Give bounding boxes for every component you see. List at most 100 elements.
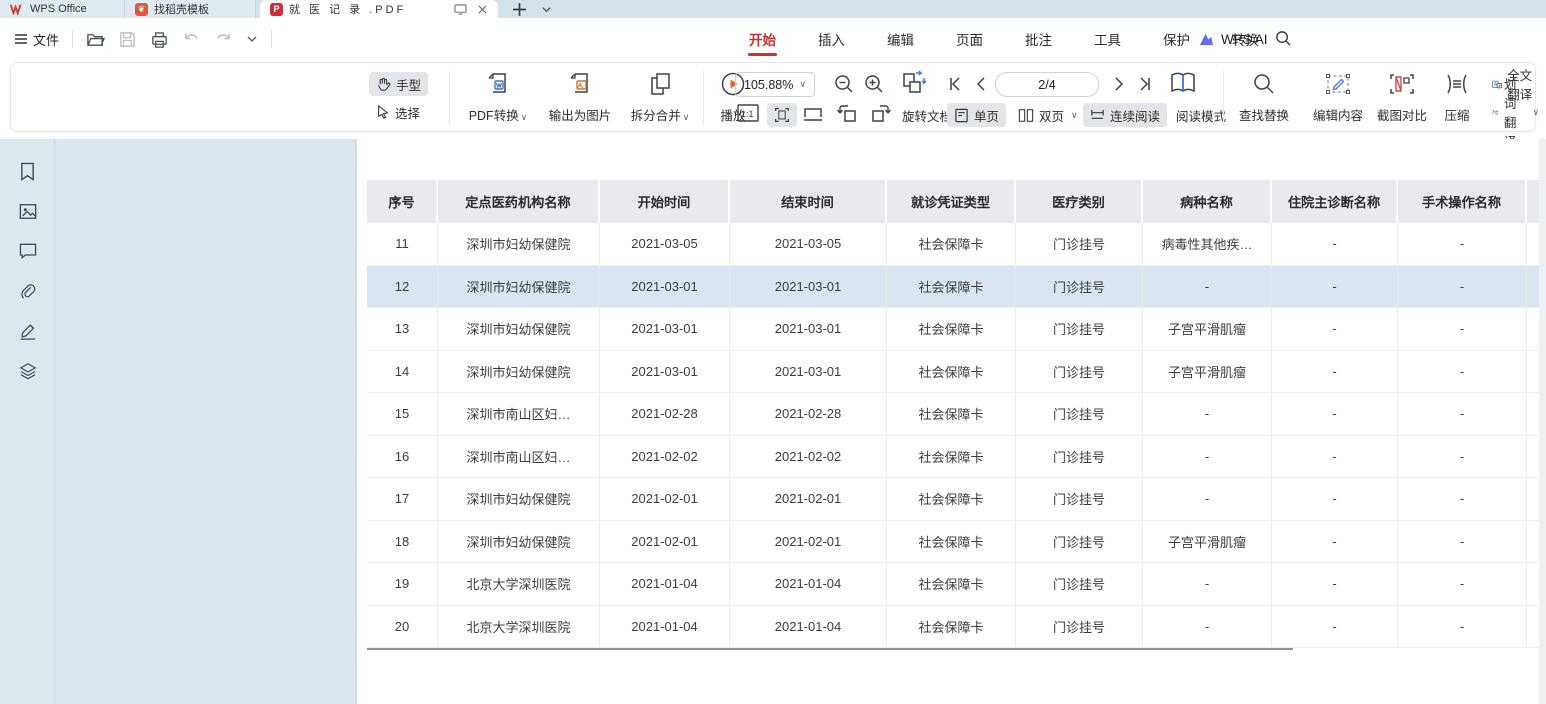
column-header: 序号 xyxy=(367,180,438,223)
redo-icon[interactable] xyxy=(214,30,233,49)
rotate-right-icon[interactable] xyxy=(869,103,891,123)
undo-icon[interactable] xyxy=(182,30,201,49)
signature-icon[interactable] xyxy=(0,311,55,351)
edit-content-button[interactable]: 编辑内容 xyxy=(1303,69,1373,124)
table-cell: 2021-01-04 xyxy=(600,563,730,606)
search-icon[interactable] xyxy=(1274,29,1293,48)
zoom-out-icon[interactable] xyxy=(833,73,855,95)
bookmark-icon[interactable] xyxy=(0,151,55,191)
table-cell: 病毒性其他疾… xyxy=(1143,223,1272,266)
menu-tab[interactable]: 开始 xyxy=(728,18,797,60)
table-cell: 社会保障卡 xyxy=(887,436,1016,479)
table-row[interactable]: 12深圳市妇幼保健院2021-03-012021-03-01社会保障卡门诊挂号-… xyxy=(367,266,1546,309)
hand-tool-button[interactable]: 手型 xyxy=(369,72,428,96)
select-tool-button[interactable]: 选择 xyxy=(369,100,428,124)
table-cell: 社会保障卡 xyxy=(887,521,1016,564)
pdf-convert-label: PDF转换 xyxy=(469,109,519,123)
single-page-button[interactable]: 单页 xyxy=(947,103,1006,127)
read-mode-icon[interactable] xyxy=(1169,70,1197,98)
tab-document-pdf[interactable]: P 就 医 记 录 .PDF xyxy=(260,0,498,18)
zoom-in-icon[interactable] xyxy=(863,73,885,95)
file-menu-button[interactable]: 文件 xyxy=(14,30,59,49)
table-body: 11深圳市妇幼保健院2021-03-052021-03-05社会保障卡门诊挂号病… xyxy=(367,223,1546,648)
table-cell: 门诊挂号 xyxy=(1016,606,1143,649)
first-page-icon[interactable] xyxy=(947,76,963,92)
attachment-icon[interactable] xyxy=(0,271,55,311)
layers-icon[interactable] xyxy=(0,351,55,391)
table-row[interactable]: 19北京大学深圳医院2021-01-042021-01-04社会保障卡门诊挂号-… xyxy=(367,563,1546,606)
print-icon[interactable] xyxy=(150,30,169,49)
export-image-label: 输出为图片 xyxy=(539,105,621,124)
column-header: 住院主诊断名称 xyxy=(1272,180,1398,223)
table-cell: 社会保障卡 xyxy=(887,393,1016,436)
wps-ai-icon xyxy=(1198,32,1215,47)
next-page-icon[interactable] xyxy=(1111,76,1127,92)
last-page-icon[interactable] xyxy=(1137,76,1153,92)
pdf-convert-icon xyxy=(485,71,511,97)
word-translation-icon: 文A xyxy=(1492,105,1499,120)
table-cell: - xyxy=(1398,606,1527,649)
table-row[interactable]: 20北京大学深圳医院2021-01-042021-01-04社会保障卡门诊挂号-… xyxy=(367,606,1546,649)
previous-page-icon[interactable] xyxy=(973,76,989,92)
table-cell: 20 xyxy=(367,606,438,649)
table-cell: 12 xyxy=(367,266,438,309)
table-row[interactable]: 15深圳市南山区妇…2021-02-282021-02-28社会保障卡门诊挂号-… xyxy=(367,393,1546,436)
menu-tab[interactable]: 页面 xyxy=(935,18,1004,60)
word-translation-button[interactable]: 文A 划词翻译 ∨ xyxy=(1485,100,1546,124)
compress-button[interactable]: 压缩 xyxy=(1435,69,1479,124)
single-page-label: 单页 xyxy=(974,106,999,125)
menu-tab[interactable]: 批注 xyxy=(1004,18,1073,60)
tab-docer[interactable]: ❦ 找稻壳模板 xyxy=(125,0,256,18)
zoom-level-select[interactable]: 105.88% ∨ xyxy=(735,72,815,97)
table-row[interactable]: 16深圳市南山区妇…2021-02-022021-02-02社会保障卡门诊挂号-… xyxy=(367,436,1546,479)
chevron-down-icon: ∨ xyxy=(799,79,806,90)
table-cell: 14 xyxy=(367,351,438,394)
hand-tool-label: 手型 xyxy=(396,75,421,94)
menu-tab[interactable]: 工具 xyxy=(1073,18,1142,60)
table-cell: 深圳市妇幼保健院 xyxy=(438,478,600,521)
table-row[interactable]: 18深圳市妇幼保健院2021-02-012021-02-01社会保障卡门诊挂号子… xyxy=(367,521,1546,564)
screenshot-compare-button[interactable]: 截图对比 xyxy=(1367,69,1437,124)
menu-bar: 文件 开始插入编辑页面批注工具保护转换 WPS AI xyxy=(0,18,1546,60)
image-icon[interactable] xyxy=(0,191,55,231)
table-row[interactable]: 11深圳市妇幼保健院2021-03-052021-03-05社会保障卡门诊挂号病… xyxy=(367,223,1546,266)
fit-page-button[interactable] xyxy=(767,103,797,127)
pdf-convert-button[interactable]: PDF转换∨ xyxy=(459,69,537,124)
close-icon[interactable] xyxy=(477,4,488,15)
find-replace-button[interactable]: 查找替换 xyxy=(1229,69,1299,124)
save-icon[interactable] xyxy=(118,30,137,49)
chevron-down-icon[interactable] xyxy=(246,33,258,45)
continuous-read-button[interactable]: 连续阅读 xyxy=(1083,103,1167,127)
tab-wps-office[interactable]: WPS Office xyxy=(0,0,125,18)
rotate-left-icon[interactable] xyxy=(837,103,859,123)
actual-size-icon[interactable]: 1:1 xyxy=(737,103,759,123)
table-cell: - xyxy=(1272,266,1398,309)
new-tab-button[interactable] xyxy=(512,0,527,18)
wps-ai-button[interactable]: WPS AI xyxy=(1198,18,1268,60)
menu-tab[interactable]: 编辑 xyxy=(866,18,935,60)
table-cell: - xyxy=(1272,478,1398,521)
column-header: 开始时间 xyxy=(600,180,730,223)
continuous-read-label: 连续阅读 xyxy=(1110,106,1160,125)
table-row[interactable]: 13深圳市妇幼保健院2021-03-012021-03-01社会保障卡门诊挂号子… xyxy=(367,308,1546,351)
vertical-scrollbar[interactable] xyxy=(1539,139,1546,704)
comment-icon[interactable] xyxy=(0,231,55,271)
table-cell: 门诊挂号 xyxy=(1016,563,1143,606)
fit-width-icon[interactable] xyxy=(803,103,823,123)
table-cell: 19 xyxy=(367,563,438,606)
menu-tab[interactable]: 插入 xyxy=(797,18,866,60)
double-page-button[interactable]: 双页 ∨ xyxy=(1011,103,1085,127)
split-merge-button[interactable]: 拆分合并∨ xyxy=(623,69,697,124)
chevron-down-icon: ∨ xyxy=(1533,107,1540,118)
table-row[interactable]: 14深圳市妇幼保健院2021-03-012021-03-01社会保障卡门诊挂号子… xyxy=(367,351,1546,394)
open-folder-icon[interactable] xyxy=(86,30,105,49)
page-number-input[interactable]: 2/4 xyxy=(995,72,1099,97)
export-image-button[interactable]: 输出为图片 xyxy=(539,69,621,124)
table-row[interactable]: 17深圳市妇幼保健院2021-02-012021-02-01社会保障卡门诊挂号-… xyxy=(367,478,1546,521)
rotate-document-icon[interactable] xyxy=(899,70,927,98)
select-tool-label: 选择 xyxy=(395,103,420,122)
screen-share-icon[interactable] xyxy=(454,4,467,15)
tab-list-button[interactable] xyxy=(541,0,552,18)
table-cell: 社会保障卡 xyxy=(887,266,1016,309)
table-cell: 2021-03-01 xyxy=(730,266,887,309)
